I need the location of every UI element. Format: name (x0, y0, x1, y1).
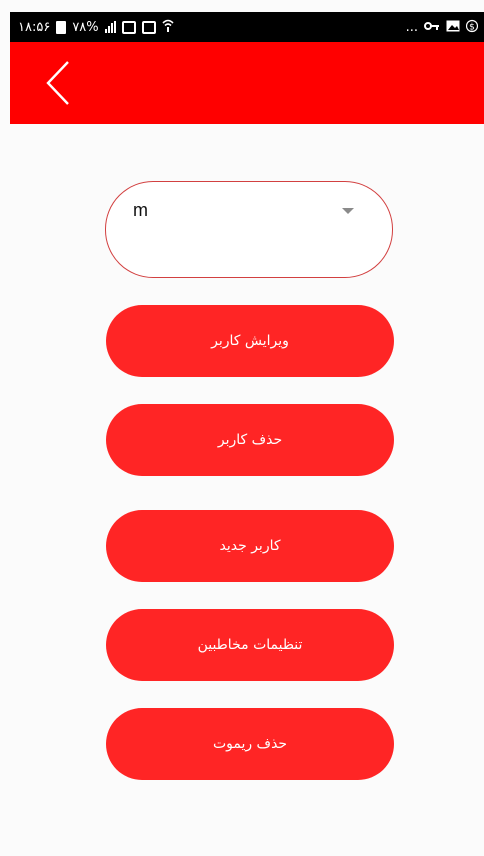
delete-user-label: حذف کاربر (217, 432, 283, 448)
image-icon (446, 20, 460, 35)
battery-percent: ۷۸% (72, 19, 99, 35)
signal-icon (104, 21, 116, 33)
status-left: ۱۸:۵۶ ۷۸% (18, 19, 174, 35)
back-button[interactable] (42, 60, 76, 106)
user-select-value: m (133, 200, 148, 220)
delete-remote-button[interactable]: حذف ریموت (106, 708, 394, 780)
chevron-left-icon (46, 61, 69, 105)
battery-icon (56, 20, 67, 34)
screen: ۱۸:۵۶ ۷۸% ... $ m ویرایش کاربر حذف کاربر… (0, 0, 484, 856)
delete-user-button[interactable]: حذف کاربر (106, 404, 394, 476)
user-select[interactable]: m (105, 181, 393, 278)
new-user-button[interactable]: کاربر جدید (106, 510, 394, 582)
content: m ویرایش کاربر حذف کاربر کاربر جدید تنظی… (10, 124, 484, 856)
box-icon (121, 20, 136, 34)
contact-settings-button[interactable]: تنظیمات مخاطبین (106, 609, 394, 681)
key-icon (424, 21, 440, 34)
status-time: ۱۸:۵۶ (18, 19, 51, 35)
edit-user-button[interactable]: ویرایش کاربر (106, 305, 394, 377)
contact-settings-label: تنظیمات مخاطبین (197, 637, 303, 653)
wifi-icon (162, 19, 174, 35)
new-user-label: کاربر جدید (219, 538, 281, 554)
caret-down-icon (342, 208, 354, 214)
status-bar: ۱۸:۵۶ ۷۸% ... $ (10, 12, 484, 42)
notification-icon (141, 20, 156, 34)
more-dots: ... (405, 19, 418, 35)
edit-user-label: ویرایش کاربر (211, 333, 289, 349)
svg-text:$: $ (469, 22, 475, 32)
app-header (10, 42, 484, 124)
delete-remote-label: حذف ریموت (212, 736, 288, 752)
dollar-icon: $ (465, 18, 479, 37)
status-right: ... $ (405, 18, 479, 37)
